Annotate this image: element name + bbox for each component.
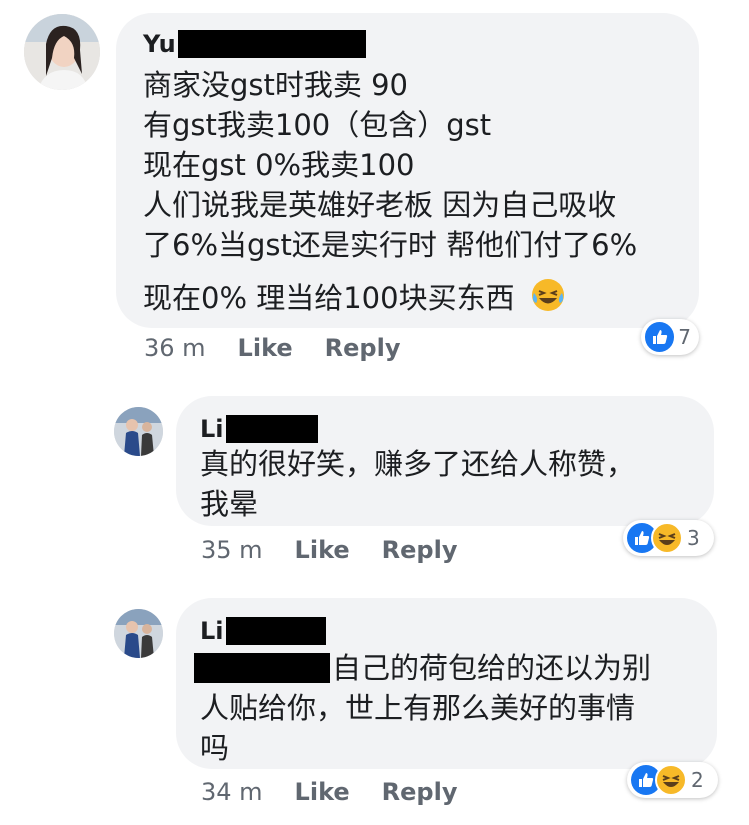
comment-line: 真的很好笑，赚多了还给人称赞， — [200, 447, 636, 481]
haha-reaction-icon — [655, 764, 687, 796]
comment-text-2: 真的很好笑，赚多了还给人称赞， 我晕 — [200, 444, 714, 524]
comment-author-2[interactable]: Li — [200, 414, 714, 444]
comment-text-3: 自己的荷包给的还以为别 人贴给你，世上有那么美好的事情 吗 — [194, 648, 717, 768]
reaction-summary-1[interactable]: 7 — [641, 319, 699, 355]
comment-line: 自己的荷包给的还以为别 — [194, 648, 717, 688]
reaction-count: 2 — [691, 768, 704, 792]
comment-timestamp[interactable]: 35 m — [201, 536, 263, 564]
comment-line: 我晕 — [200, 487, 259, 521]
redaction-bar — [225, 415, 318, 443]
comment-meta-3: 34 m Like Reply — [201, 778, 457, 806]
reply-link[interactable]: Reply — [325, 334, 401, 362]
comment-bubble-2: Li 真的很好笑，赚多了还给人称赞， 我晕 — [176, 396, 714, 526]
reaction-summary-2[interactable]: 3 — [623, 520, 714, 556]
comment-meta-2: 35 m Like Reply — [201, 536, 457, 564]
comment-line: 有gst我卖100（包含）gst — [143, 108, 492, 142]
like-link[interactable]: Like — [238, 334, 293, 362]
author-name-2[interactable]: Li — [200, 415, 224, 443]
comment-line-with-emoji: 现在0% 理当给100块买东西 — [143, 277, 699, 323]
comment-line: 人贴给你，世上有那么美好的事情 — [200, 691, 636, 725]
comment-line: 商家没gst时我卖 90 — [143, 68, 409, 102]
comment-line: 人们说我是英雄好老板 因为自己吸收 — [143, 188, 617, 222]
comment-bubble-1: Yu 商家没gst时我卖 90 有gst我卖100（包含）gst 现在gst 0… — [116, 13, 699, 328]
comment-line-text: 自己的荷包给的还以为别 — [332, 651, 652, 685]
haha-reaction-icon — [651, 522, 683, 554]
reply-link[interactable]: Reply — [382, 536, 458, 564]
author-name-1[interactable]: Yu — [143, 30, 176, 58]
comment-meta-1: 36 m Like Reply — [144, 334, 400, 362]
comment-line: 现在gst 0%我卖100 — [143, 148, 415, 182]
comment-author-3[interactable]: Li — [200, 616, 717, 646]
comment-bubble-3: Li 自己的荷包给的还以为别 人贴给你，世上有那么美好的事情 吗 — [176, 598, 717, 769]
author-name-3[interactable]: Li — [200, 617, 224, 645]
comment-timestamp[interactable]: 34 m — [201, 778, 263, 806]
reply-link[interactable]: Reply — [382, 778, 458, 806]
reaction-count: 7 — [678, 325, 691, 349]
redaction-bar — [194, 653, 330, 683]
like-reaction-icon — [645, 322, 675, 352]
avatar-commenter-3[interactable] — [114, 609, 163, 658]
comment-line: 了6%当gst还是实行时 帮他们付了6% — [143, 228, 638, 262]
laughing-tears-icon — [530, 277, 566, 323]
avatar-commenter-1[interactable] — [24, 14, 100, 90]
comment-author-1[interactable]: Yu — [143, 29, 699, 59]
like-link[interactable]: Like — [295, 536, 350, 564]
avatar-commenter-2[interactable] — [114, 407, 163, 456]
reaction-count: 3 — [687, 526, 700, 550]
comment-text-1: 商家没gst时我卖 90 有gst我卖100（包含）gst 现在gst 0%我卖… — [143, 65, 699, 323]
comment-line: 现在0% 理当给100块买东西 — [143, 281, 515, 315]
redaction-bar — [177, 30, 366, 58]
reaction-summary-3[interactable]: 2 — [627, 762, 718, 798]
comment-timestamp[interactable]: 36 m — [144, 334, 206, 362]
redaction-bar — [225, 617, 326, 645]
like-link[interactable]: Like — [295, 778, 350, 806]
